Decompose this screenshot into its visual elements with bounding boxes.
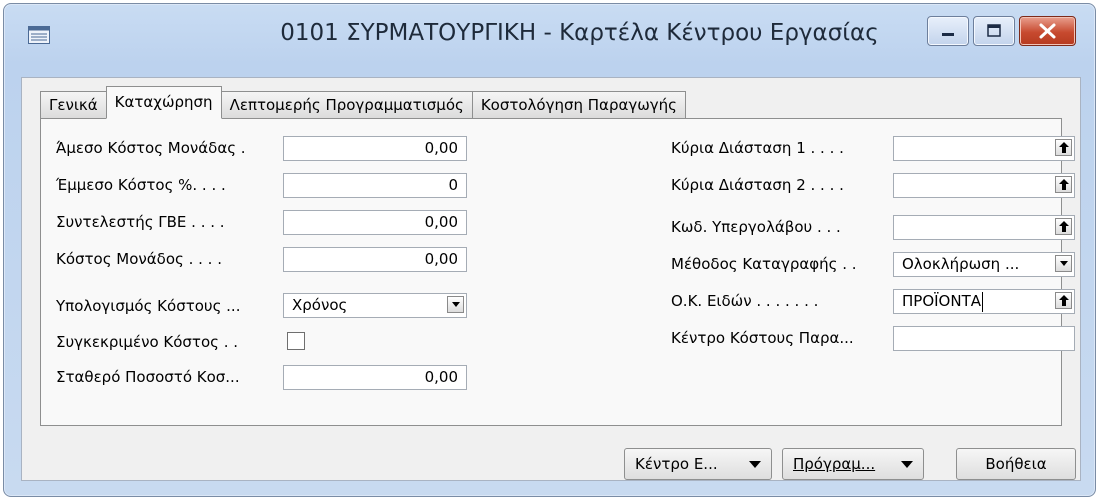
work-center-label: Κέντρο Ε... <box>635 455 718 473</box>
minimize-button[interactable] <box>927 16 969 46</box>
subcontractor-label: Κωδ. Υπεργολάβου . . . <box>671 218 841 236</box>
arrow-up-icon <box>1059 295 1069 306</box>
chevron-down-icon <box>1060 261 1068 266</box>
indirect-cost-field[interactable]: 0 <box>283 173 467 198</box>
fixed-pct-label: Σταθερό Ποσοστό Κοσ... <box>56 368 240 386</box>
maximize-button[interactable] <box>973 16 1015 46</box>
chevron-down-icon <box>452 302 460 307</box>
close-icon <box>1039 23 1056 39</box>
title-bar[interactable]: 0101 ΣΥΡΜΑΤΟΥΡΓΙΚΗ - Καρτέλα Κέντρου Εργ… <box>4 4 1095 64</box>
specific-cost-checkbox[interactable] <box>287 332 305 350</box>
client-area: Γενικά Καταχώρηση Λεπτομερής Προγραμματι… <box>21 77 1081 481</box>
dimension1-field[interactable] <box>893 136 1075 161</box>
chevron-down-icon <box>749 461 761 468</box>
arrow-up-icon <box>1059 179 1069 190</box>
direct-cost-field[interactable]: 0,00 <box>283 136 467 161</box>
specific-cost-label: Συγκεκριμένο Κόστος . . <box>56 333 238 351</box>
cost-calc-label: Υπολογισμός Κόστους ... <box>56 297 241 315</box>
lookup-button[interactable] <box>1055 292 1072 309</box>
item-group-field[interactable]: ΠΡΟΪΟΝΤΑ <box>893 289 1075 314</box>
direct-cost-label: Άμεσο Κόστος Μονάδας . <box>56 139 246 157</box>
item-group-value: ΠΡΟΪΟΝΤΑ <box>902 292 982 310</box>
tab-detailed-scheduling[interactable]: Λεπτομερής Προγραμματισμός <box>220 91 473 118</box>
cost-calc-value: Χρόνος <box>292 296 348 314</box>
close-button[interactable] <box>1019 16 1076 46</box>
tab-posting[interactable]: Καταχώρηση <box>105 86 222 119</box>
flushing-method-label: Μέθοδος Καταγραφής . . <box>671 255 857 273</box>
item-group-label: Ο.Κ. Ειδών . . . . . . . <box>671 292 819 310</box>
lookup-button[interactable] <box>1055 139 1072 156</box>
tab-general[interactable]: Γενικά <box>40 91 107 118</box>
lookup-button[interactable] <box>1055 176 1072 193</box>
work-center-menu-button[interactable]: Κέντρο Ε... <box>624 448 772 480</box>
tab-strip: Γενικά Καταχώρηση Λεπτομερής Προγραμματι… <box>40 86 686 119</box>
overhead-rate-label: Συντελεστής ΓΒΕ . . . . <box>56 213 225 231</box>
subcontractor-field[interactable] <box>893 215 1075 240</box>
flushing-method-select[interactable]: Ολοκλήρωση ... <box>893 252 1075 277</box>
lookup-button[interactable] <box>1055 218 1072 235</box>
cost-calc-select[interactable]: Χρόνος <box>283 293 467 318</box>
dropdown-button[interactable] <box>1055 255 1072 272</box>
flushing-method-value: Ολοκλήρωση ... <box>902 255 1020 273</box>
help-button[interactable]: Βοήθεια <box>956 448 1076 480</box>
chevron-down-icon <box>901 461 913 468</box>
window: 0101 ΣΥΡΜΑΤΟΥΡΓΙΚΗ - Καρτέλα Κέντρου Εργ… <box>3 3 1096 497</box>
dimension2-label: Κύρια Διάσταση 2 . . . . <box>671 176 844 194</box>
unit-cost-label: Κόστος Μονάδος . . . . <box>56 250 222 268</box>
maximize-icon <box>987 24 1001 37</box>
dimension2-field[interactable] <box>893 173 1075 198</box>
indirect-cost-label: Έμμεσο Κόστος %. . . . <box>56 176 226 194</box>
tab-production-costing[interactable]: Κοστολόγηση Παραγωγής <box>471 91 686 118</box>
schedule-menu-button[interactable]: Πρόγραμ... <box>782 448 924 480</box>
fixed-pct-field[interactable]: 0,00 <box>283 365 467 390</box>
schedule-label: Πρόγραμ... <box>793 455 876 473</box>
overhead-rate-field[interactable]: 0,00 <box>283 210 467 235</box>
minimize-icon <box>942 33 954 36</box>
dimension1-label: Κύρια Διάσταση 1 . . . . <box>671 139 844 157</box>
posting-panel: Άμεσο Κόστος Μονάδας . 0,00 Έμμεσο Κόστο… <box>40 118 1075 426</box>
unit-cost-field[interactable]: 0,00 <box>283 247 467 272</box>
text-cursor <box>982 291 984 312</box>
arrow-up-icon <box>1059 142 1069 153</box>
dropdown-button[interactable] <box>447 296 464 313</box>
arrow-up-icon <box>1059 221 1069 232</box>
cost-center-label: Κέντρο Κόστους Παρα... <box>671 329 854 347</box>
cost-center-field[interactable] <box>893 326 1075 351</box>
